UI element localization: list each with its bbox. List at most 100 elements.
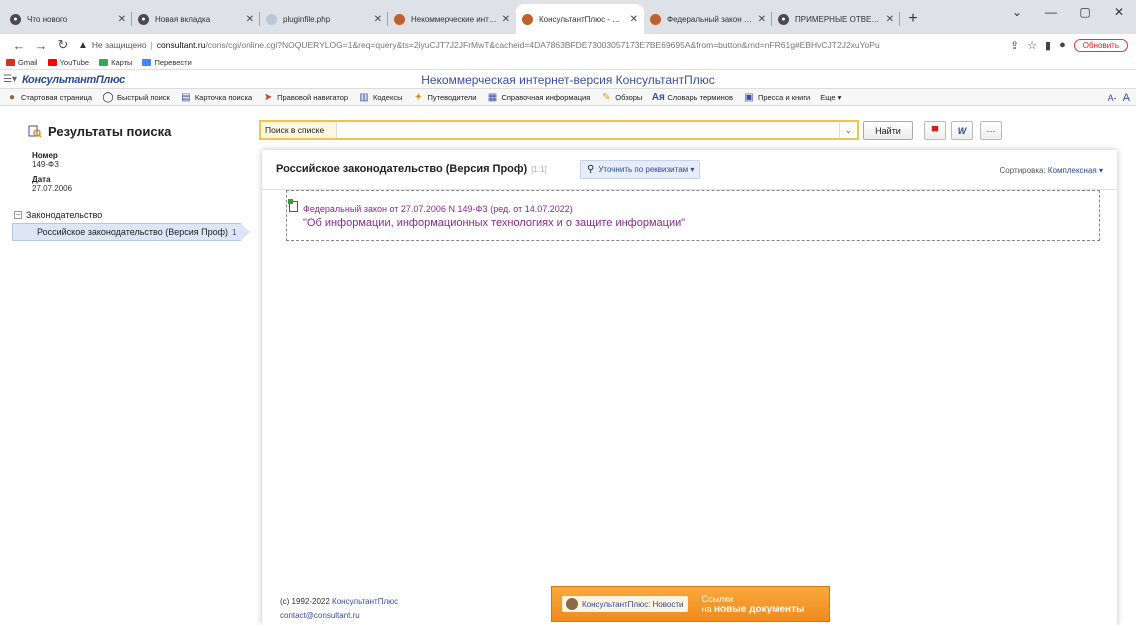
font-increase-button[interactable]: A — [1123, 92, 1130, 104]
close-icon[interactable]: ✕ — [758, 14, 766, 25]
news-banner[interactable]: КонсультантПлюс: Новости Ссылки на новые… — [551, 586, 830, 622]
toolbar-search-card[interactable]: ▤ Карточка поиска — [180, 91, 252, 103]
globe-icon: ● — [778, 13, 789, 25]
close-icon[interactable]: ✕ — [886, 14, 894, 25]
bookmark-youtube[interactable]: YouTube — [47, 58, 89, 67]
toolbar-codes[interactable]: ▥ Кодексы — [358, 91, 402, 103]
sort-value[interactable]: Комплексная ▾ — [1048, 166, 1103, 175]
toolbar-quick-search[interactable]: ◯ Быстрый поиск — [102, 91, 169, 103]
banner-logo: КонсультантПлюс: Новости — [562, 596, 688, 612]
criterion-date: Дата 27.07.2006 — [32, 175, 73, 193]
word-icon: W — [957, 125, 967, 136]
browser-tab[interactable]: pluginfile.php ✕ — [260, 4, 388, 34]
chevron-down-icon[interactable]: ⌄ — [839, 122, 857, 138]
chevron-down-icon[interactable]: ⌄ — [1000, 5, 1034, 19]
results-header: Российское законодательство (Версия Проф… — [262, 150, 1117, 190]
star-icon[interactable]: ☆ — [1027, 39, 1037, 52]
address-bar: ← → ↻ ▲ Не защищено | consultant.ru/cons… — [0, 34, 1136, 56]
results-panel: Российское законодательство (Версия Проф… — [262, 150, 1117, 625]
app-header: ☰▾ КонсультантПлюс Некоммерческая интерн… — [0, 71, 1136, 89]
close-icon[interactable]: ✕ — [118, 14, 126, 25]
bookmark-gmail[interactable]: Gmail — [6, 58, 38, 67]
tab-label: Что нового — [27, 14, 68, 24]
bookmarks-bar: Gmail YouTube Карты Перевести — [0, 56, 1136, 70]
new-tab-button[interactable]: + — [900, 4, 926, 34]
sidebar-icon[interactable]: ▮ — [1045, 39, 1051, 52]
collapse-icon[interactable]: − — [14, 211, 22, 219]
toolbar-start-page[interactable]: ● Стартовая страница — [6, 91, 92, 103]
tab-label: Федеральный закон от 27.07.2 — [667, 14, 754, 24]
browser-tab[interactable]: ● ПРИМЕРНЫЕ ОТВЕТЫ НА ВОП ✕ — [772, 4, 900, 34]
toolbar-guides[interactable]: ✦ Путеводители — [412, 91, 476, 103]
back-icon[interactable]: ← — [8, 38, 30, 53]
close-icon[interactable]: ✕ — [246, 14, 254, 25]
printer-icon: ▀ — [931, 125, 939, 136]
reference-icon: ▦ — [487, 91, 498, 103]
bookmark-translate[interactable]: Перевести — [142, 58, 192, 67]
browser-tab[interactable]: ● Новая вкладка ✕ — [132, 4, 260, 34]
search-scope-label: Поиск в списке — [261, 122, 337, 138]
toolbar-more[interactable]: Еще ▾ — [820, 93, 841, 102]
find-button[interactable]: Найти — [863, 121, 913, 140]
minimize-icon[interactable]: — — [1034, 5, 1068, 19]
forward-icon[interactable]: → — [30, 38, 52, 53]
footer-copyright: (с) 1992-2022 КонсультантПлюс — [280, 597, 399, 606]
codes-icon: ▥ — [359, 91, 369, 103]
consultant-logo-icon — [650, 13, 661, 25]
tab-label: pluginfile.php — [283, 14, 331, 24]
document-icon — [288, 199, 298, 212]
font-decrease-button[interactable]: A- — [1108, 93, 1117, 103]
hamburger-menu-icon[interactable]: ☰▾ — [0, 74, 20, 85]
bookmark-maps[interactable]: Карты — [99, 58, 132, 67]
close-icon[interactable]: ✕ — [630, 14, 638, 25]
more-options-button[interactable]: ··· — [980, 121, 1002, 140]
brand-logo[interactable]: КонсультантПлюс — [22, 74, 125, 86]
section-legislation[interactable]: − Законодательство — [14, 210, 102, 220]
file-icon — [266, 13, 277, 25]
banner-text: Ссылки на новые документы — [701, 593, 805, 615]
toolbar-reviews[interactable]: ✎ Обзоры — [600, 91, 642, 103]
browser-tab[interactable]: Некоммерческие интернет-ве ✕ — [388, 4, 516, 34]
browser-tab[interactable]: Федеральный закон от 27.07.2 ✕ — [644, 4, 772, 34]
press-icon: ▣ — [744, 91, 754, 103]
results-heading: Результаты поиска — [28, 124, 171, 139]
document-title-line2[interactable]: "Об информации, информационных технологи… — [303, 217, 685, 229]
criterion-number: Номер 149-ФЗ — [32, 151, 59, 169]
toolbar-legal-navigator[interactable]: ➤ Правовой навигатор — [262, 91, 348, 103]
maximize-icon[interactable]: ▢ — [1068, 5, 1102, 19]
url-input[interactable]: ▲ Не защищено | consultant.ru/cons/cgi/o… — [78, 35, 1002, 55]
toolbar-dictionary[interactable]: Aя Словарь терминов — [652, 91, 733, 103]
tab-label: КонсультантПлюс - Поиск: 149 — [539, 14, 626, 24]
tab-label: Некоммерческие интернет-ве — [411, 14, 498, 24]
browser-tab[interactable]: ● Что нового ✕ — [4, 4, 132, 34]
translate-icon — [142, 59, 152, 66]
results-title: Российское законодательство (Версия Проф… — [276, 163, 547, 175]
warning-icon: ▲ — [78, 39, 88, 51]
navigator-icon: ➤ — [263, 91, 273, 103]
footer-brand-link[interactable]: КонсультантПлюс — [332, 597, 398, 606]
security-label: Не защищено — [91, 40, 147, 50]
list-search-box: Поиск в списке ⌄ — [259, 120, 859, 140]
sort-control[interactable]: Сортировка: Комплексная ▾ — [1000, 166, 1103, 175]
toolbar-reference-info[interactable]: ▦ Справочная информация — [486, 91, 591, 103]
document-result-item[interactable]: Федеральный закон от 27.07.2006 N 149-ФЗ… — [286, 190, 1100, 241]
source-item-russian-legislation[interactable]: Российское законодательство (Версия Проф… — [12, 223, 250, 241]
profile-icon[interactable]: ● — [1059, 39, 1066, 51]
browser-tab-active[interactable]: КонсультантПлюс - Поиск: 149 ✕ — [516, 4, 644, 34]
footer-email-link[interactable]: contact@consultant.ru — [280, 611, 360, 620]
browser-tabbar: ● Что нового ✕ ● Новая вкладка ✕ pluginf… — [0, 0, 1136, 34]
close-icon[interactable]: ✕ — [502, 14, 510, 25]
update-button[interactable]: Обновить — [1073, 38, 1128, 52]
url-path: /cons/cgi/online.cgi?NOQUERYLOG=1&req=qu… — [205, 40, 880, 50]
list-search-input[interactable] — [337, 122, 839, 138]
close-icon[interactable]: ✕ — [374, 14, 382, 25]
reload-icon[interactable]: ↻ — [52, 37, 74, 53]
export-word-button[interactable]: W — [951, 121, 973, 140]
print-button[interactable]: ▀ — [924, 121, 946, 140]
close-window-icon[interactable]: ✕ — [1102, 5, 1136, 19]
refine-by-attributes-button[interactable]: ⚲ Уточнить по реквизитам ▾ — [580, 160, 700, 179]
toolbar-press-books[interactable]: ▣ Пресса и книги — [743, 91, 810, 103]
share-icon[interactable]: ⇪ — [1010, 39, 1019, 52]
document-title-line1[interactable]: Федеральный закон от 27.07.2006 N 149-ФЗ… — [303, 204, 573, 214]
url-host: consultant.ru — [156, 40, 206, 50]
